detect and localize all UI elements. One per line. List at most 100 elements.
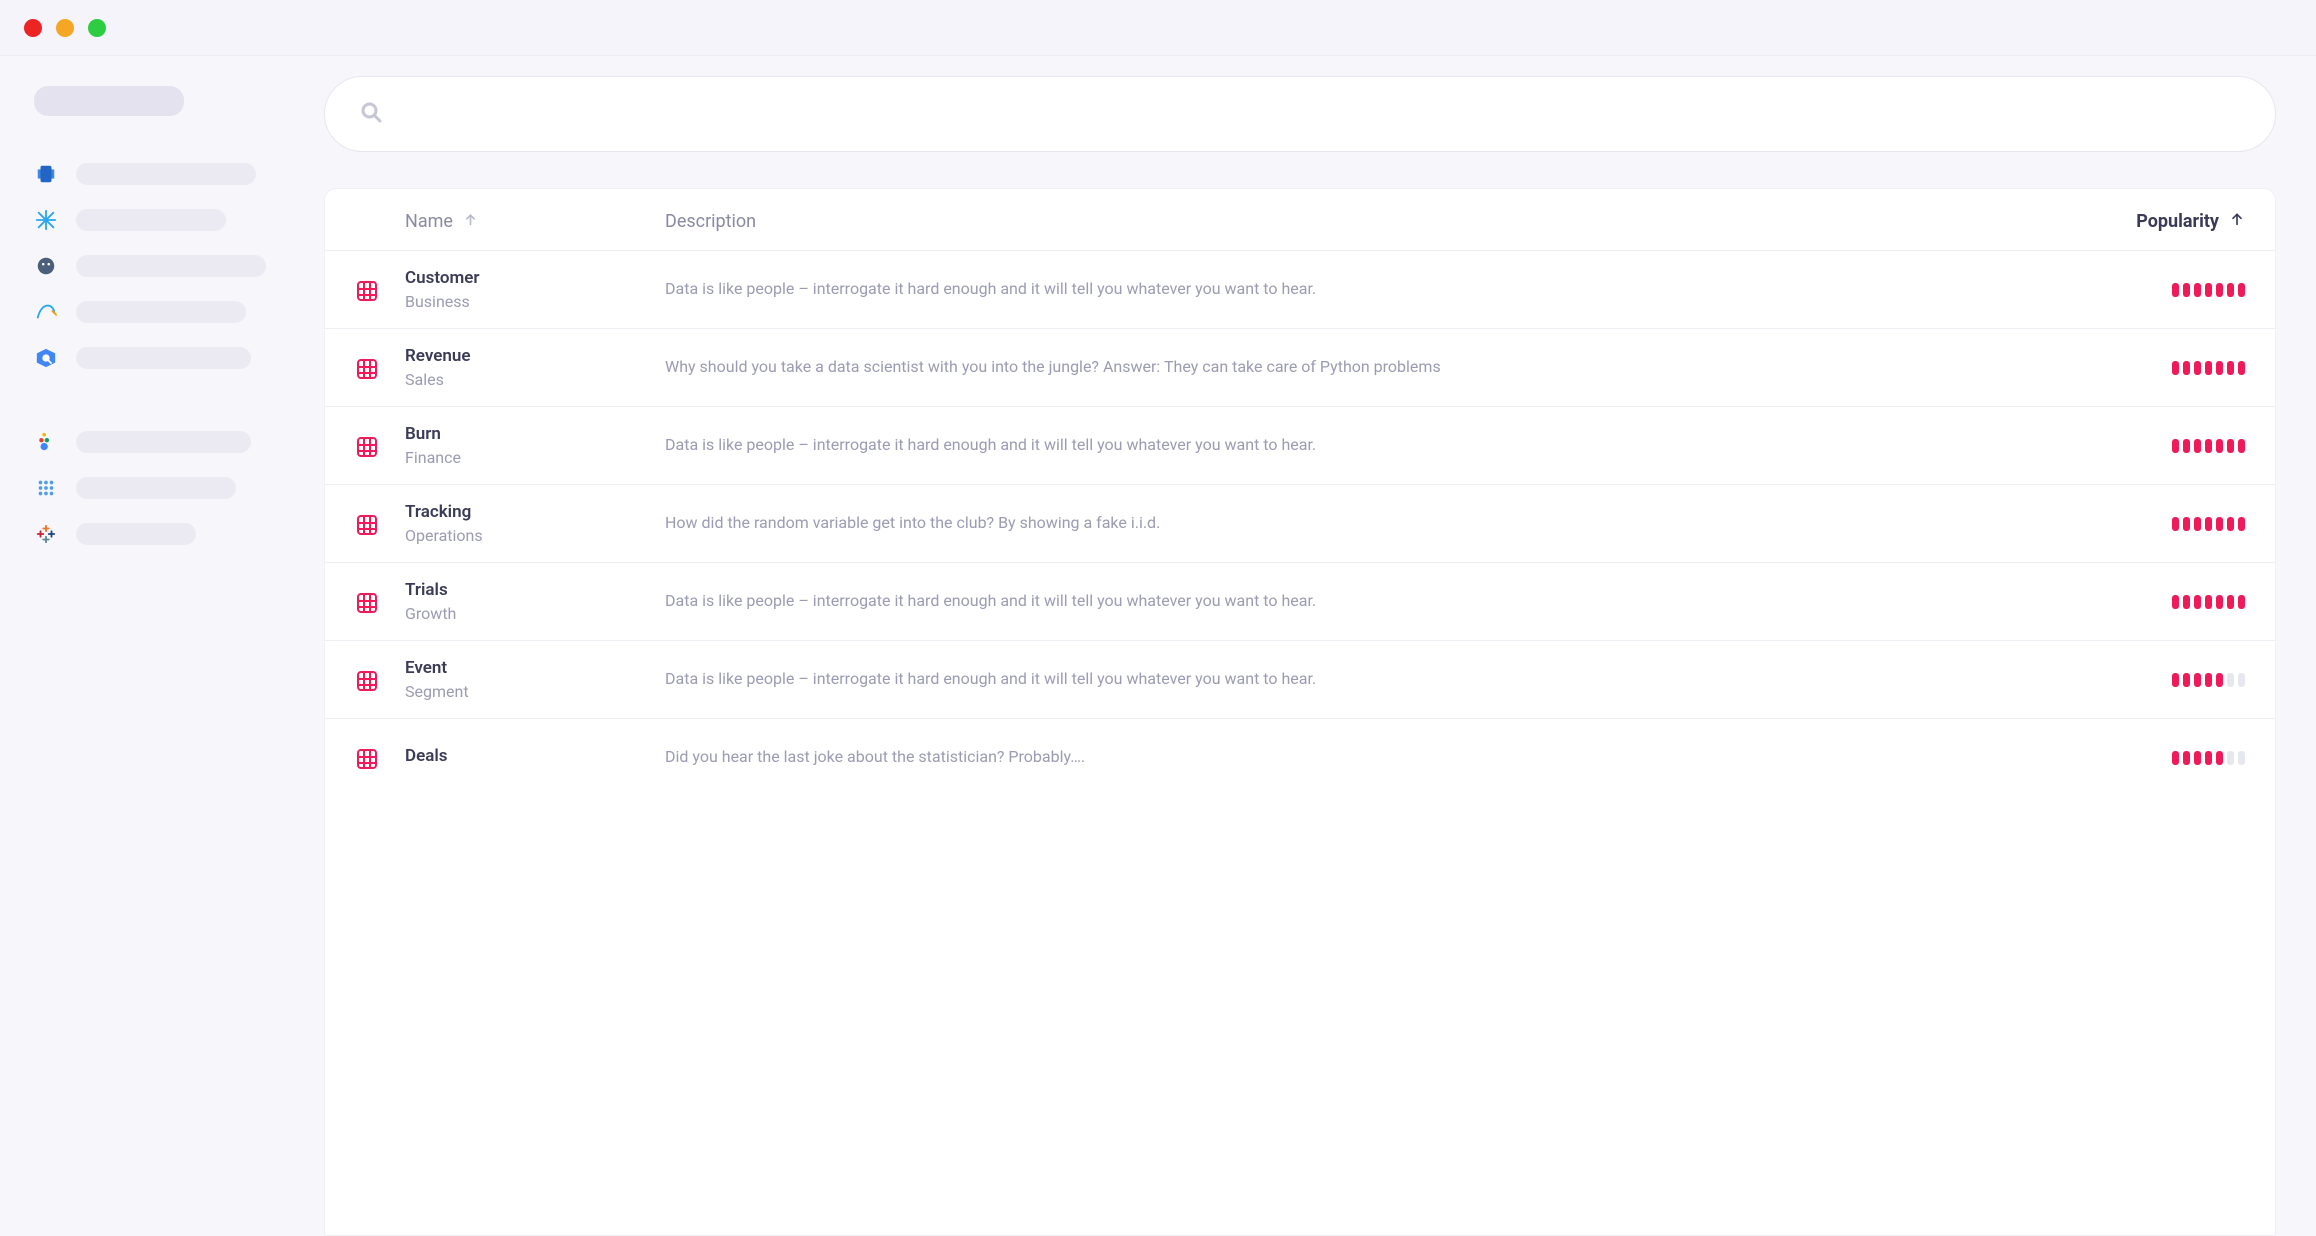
sidebar-group-tools [34,430,272,546]
popularity-dot [2183,361,2190,375]
postgres-icon [34,254,58,278]
results-table: Name Description Popularity CustomerB [324,188,2276,1236]
table-row[interactable]: CustomerBusinessData is like people – in… [325,250,2275,328]
popularity-dot [2194,361,2201,375]
sidebar-item[interactable] [34,254,272,278]
popularity-dot [2227,283,2234,297]
popularity-dot [2238,595,2245,609]
main-content: Name Description Popularity CustomerB [300,56,2316,1236]
sidebar-item[interactable] [34,300,272,324]
popularity-dot [2216,595,2223,609]
row-subtitle: Segment [405,682,645,701]
popularity-dot [2227,751,2234,765]
sidebar-item-label-placeholder [76,209,226,231]
popularity-dot [2205,283,2212,297]
row-subtitle: Growth [405,604,645,623]
table-icon [355,589,405,615]
popularity-dot [2183,439,2190,453]
popularity-dot [2227,361,2234,375]
popularity-dot [2238,361,2245,375]
search-input[interactable] [401,103,2241,126]
popularity-dot [2183,595,2190,609]
sort-arrow-up-icon [463,211,478,232]
row-popularity [2095,439,2245,453]
popularity-dot [2194,517,2201,531]
popularity-dot [2216,439,2223,453]
popularity-dot [2172,595,2179,609]
bigquery-icon [34,346,58,370]
table-icon [355,433,405,459]
popularity-dot [2205,439,2212,453]
sidebar-item-label-placeholder [76,163,256,185]
sidebar-item[interactable] [34,346,272,370]
popularity-dot [2194,673,2201,687]
sidebar-item[interactable] [34,208,272,232]
row-popularity [2095,517,2245,531]
looker-icon [34,430,58,454]
column-header-popularity[interactable]: Popularity [2095,211,2245,232]
popularity-dot [2238,517,2245,531]
row-description: Data is like people – interrogate it har… [665,668,2095,690]
redshift-icon [34,162,58,186]
row-description: How did the random variable get into the… [665,512,2095,534]
popularity-dot [2183,517,2190,531]
snowflake-icon [34,208,58,232]
row-title: Burn [405,424,645,444]
table-row[interactable]: BurnFinanceData is like people – interro… [325,406,2275,484]
popularity-dot [2238,751,2245,765]
popularity-dot [2227,673,2234,687]
popularity-dot [2205,361,2212,375]
popularity-dot [2205,517,2212,531]
sidebar-group-sources [34,162,272,370]
sidebar-item[interactable] [34,430,272,454]
sidebar-item[interactable] [34,476,272,500]
popularity-dot [2216,673,2223,687]
window-minimize-button[interactable] [56,19,74,37]
row-description: Data is like people – interrogate it har… [665,278,2095,300]
brand-placeholder [34,86,184,116]
table-icon [355,511,405,537]
window-close-button[interactable] [24,19,42,37]
table-row[interactable]: Tracking Operations How did the random var… [325,484,2275,562]
row-description: Why should you take a data scientist wit… [665,356,2095,378]
table-row[interactable]: TrialsGrowthData is like people – interr… [325,562,2275,640]
popularity-dot [2172,361,2179,375]
sidebar-item[interactable] [34,162,272,186]
popularity-dot [2194,751,2201,765]
popularity-dot [2183,751,2190,765]
popularity-dot [2227,517,2234,531]
popularity-dot [2205,595,2212,609]
window-zoom-button[interactable] [88,19,106,37]
popularity-dot [2238,439,2245,453]
table-row[interactable]: DealsDid you hear the last joke about th… [325,718,2275,796]
mysql-icon [34,300,58,324]
sidebar-item-label-placeholder [76,523,196,545]
popularity-dot [2216,361,2223,375]
popularity-dot [2194,595,2201,609]
table-icon [355,277,405,303]
popularity-dot [2183,673,2190,687]
row-popularity [2095,595,2245,609]
row-subtitle: Sales [405,370,645,389]
sidebar-item-label-placeholder [76,347,251,369]
popularity-dot [2216,517,2223,531]
column-header-description[interactable]: Description [665,211,2065,232]
table-row[interactable]: EventSegmentData is like people – interr… [325,640,2275,718]
column-header-description-label: Description [665,211,756,232]
row-subtitle: Operations [405,526,645,545]
sort-arrow-up-icon [2229,211,2245,232]
popularity-dot [2238,673,2245,687]
column-header-name[interactable]: Name [405,211,665,232]
popularity-dot [2194,283,2201,297]
row-title: Tracking [405,502,645,522]
table-icon [355,745,405,771]
search-bar[interactable] [324,76,2276,152]
tableau-icon [34,522,58,546]
table-row[interactable]: Revenue Sales Why should you take a data s… [325,328,2275,406]
row-title: Deals [405,746,645,766]
row-title: Revenue [405,346,645,366]
popularity-dot [2172,673,2179,687]
sidebar-item[interactable] [34,522,272,546]
popularity-dot [2238,283,2245,297]
popularity-dot [2172,439,2179,453]
